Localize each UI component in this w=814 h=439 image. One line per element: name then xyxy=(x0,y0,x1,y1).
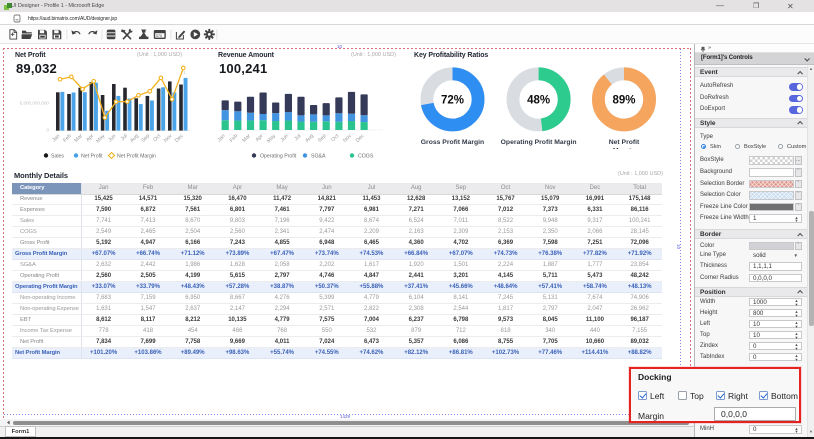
svg-text:Mar: Mar xyxy=(73,133,84,144)
svg-text:Jan: Jan xyxy=(51,133,61,143)
svg-text:COGS: COGS xyxy=(358,154,374,160)
svg-text:Feb: Feb xyxy=(229,133,240,144)
svg-text:0: 0 xyxy=(46,128,49,133)
svg-text:Dec: Dec xyxy=(355,133,366,144)
svg-text:72%: 72% xyxy=(441,94,464,106)
svg-text:Aug: Aug xyxy=(129,133,140,144)
svg-text:Jul: Jul xyxy=(120,133,129,142)
svg-text:Jun: Jun xyxy=(280,133,290,143)
svg-text:Mar: Mar xyxy=(241,133,252,144)
svg-text:Apr: Apr xyxy=(85,133,95,143)
svg-text:May: May xyxy=(266,133,277,144)
svg-text:Net Profit: Net Profit xyxy=(81,154,103,160)
svg-text:Jun: Jun xyxy=(107,133,117,143)
svg-text:Jul: Jul xyxy=(293,133,302,142)
svg-text:Oct: Oct xyxy=(152,133,162,143)
svg-text:Sep: Sep xyxy=(317,133,328,144)
svg-text:Operating Profit Margin: Operating Profit Margin xyxy=(501,139,577,146)
svg-text:SG&A: SG&A xyxy=(311,154,326,160)
svg-text:89%: 89% xyxy=(612,94,635,106)
svg-text:48%: 48% xyxy=(527,94,550,106)
svg-text:Gross Profit Margin: Gross Profit Margin xyxy=(421,139,484,146)
svg-text:Oct: Oct xyxy=(330,133,340,143)
svg-text:1: 1 xyxy=(183,70,186,75)
svg-text:Net Profit: Net Profit xyxy=(609,139,640,146)
svg-text:May: May xyxy=(95,133,106,144)
svg-text:6,000,000,000: 6,000,000,000 xyxy=(20,101,50,106)
svg-text:Nov: Nov xyxy=(342,133,353,144)
svg-text:Jan: Jan xyxy=(216,133,226,143)
svg-text:Operating Profit: Operating Profit xyxy=(260,154,297,160)
svg-text:Dec: Dec xyxy=(174,133,185,144)
svg-text:Feb: Feb xyxy=(62,133,73,144)
svg-text:Apr: Apr xyxy=(255,133,265,143)
svg-text:Net Profit Margin: Net Profit Margin xyxy=(117,154,156,160)
svg-text:Sep: Sep xyxy=(140,133,151,144)
svg-text:Sales: Sales xyxy=(51,154,64,160)
svg-text:575: 575 xyxy=(156,34,162,38)
svg-text:Margin: Margin xyxy=(613,148,635,150)
svg-text:Nov: Nov xyxy=(163,133,174,144)
svg-text:Aug: Aug xyxy=(304,133,315,144)
